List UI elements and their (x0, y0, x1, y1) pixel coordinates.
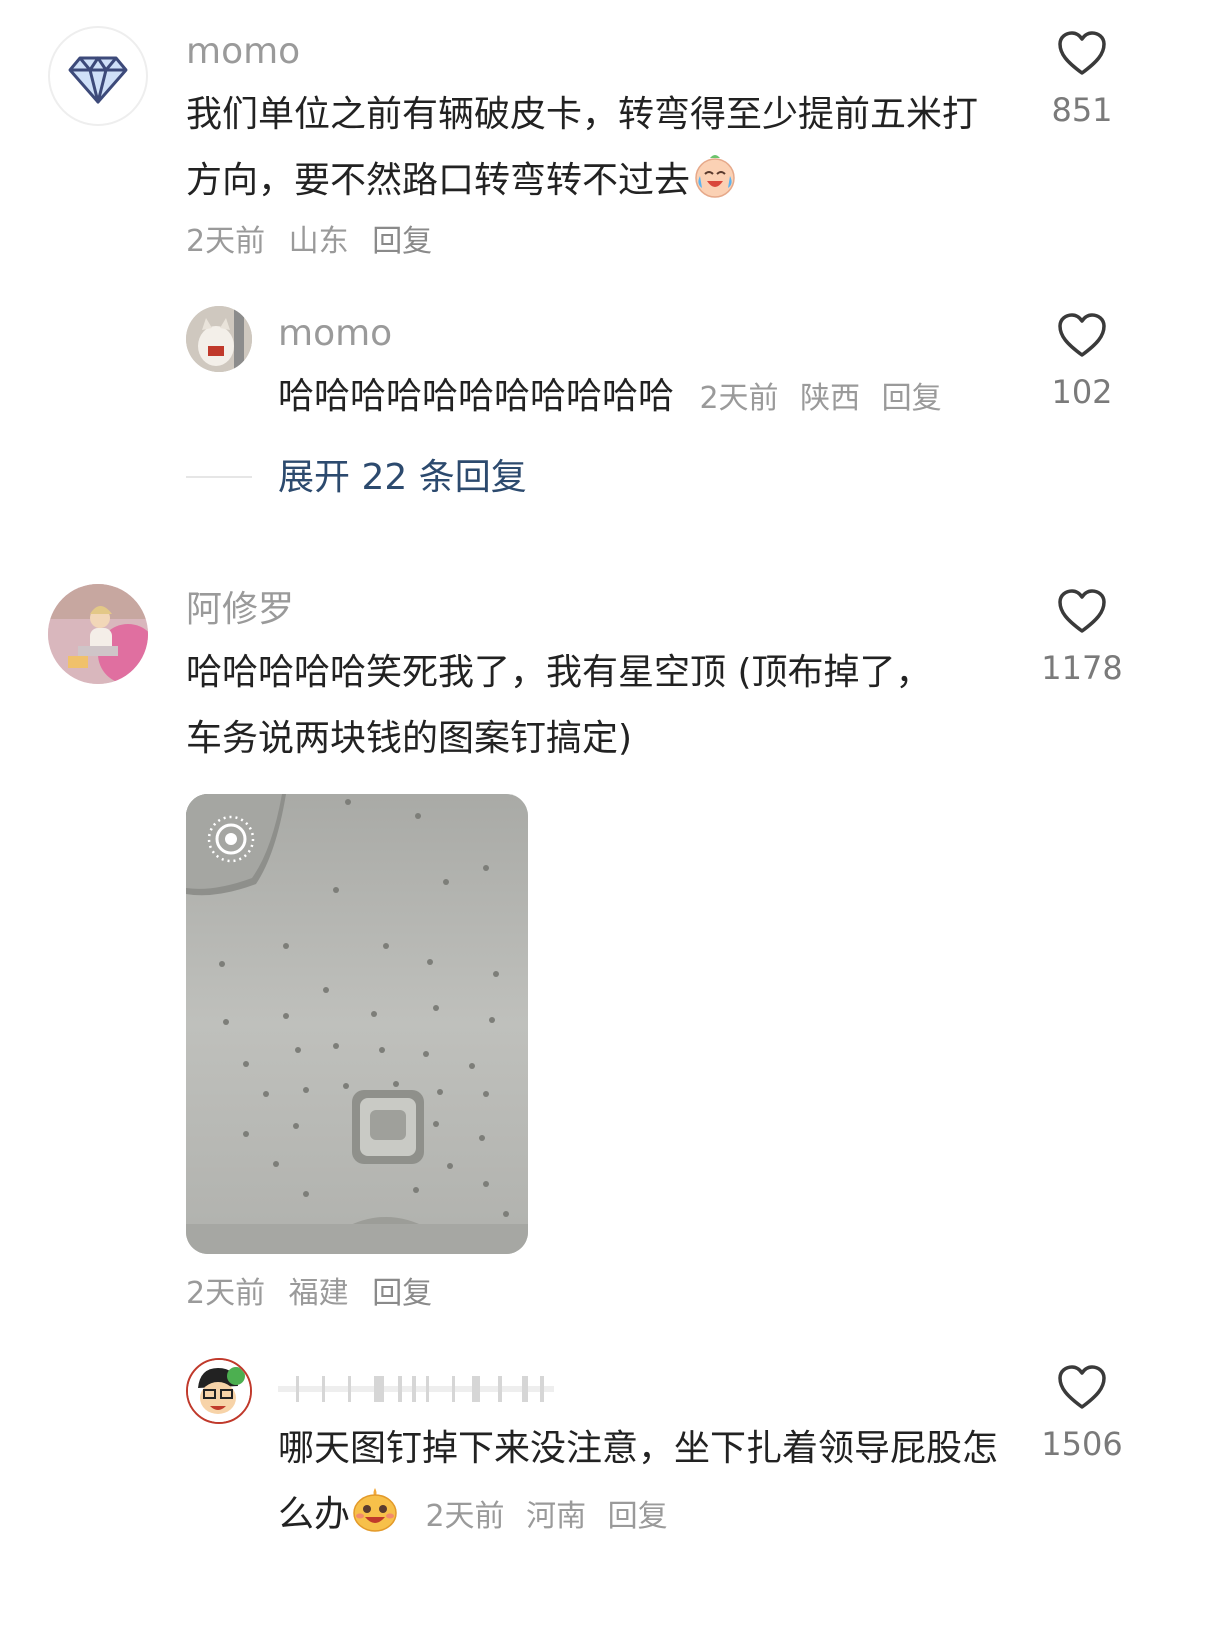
reply-text: 哪天图钉掉下来没注意，坐下扎着领导屁股怎么办 2天前 河南 回复 (278, 1416, 1008, 1550)
reply-meta: 2天前 河南 回复 (425, 1499, 679, 1534)
comment-meta: 2天前 山东 回复 (186, 222, 446, 262)
avatar[interactable] (48, 584, 148, 684)
crying-laughing-emoji (695, 155, 735, 198)
reply-text-body: 哈哈哈哈哈哈哈哈哈哈哈 (278, 376, 675, 417)
live-photo-icon[interactable] (206, 814, 256, 864)
comment-meta: 2天前 福建 回复 (186, 1274, 446, 1314)
heart-icon (1058, 1365, 1106, 1409)
cartoon-avatar (188, 1360, 250, 1422)
heart-icon (1058, 313, 1106, 357)
reply-button[interactable]: 回复 (608, 1499, 668, 1534)
reply-location: 陕西 (800, 381, 861, 416)
reply-button[interactable]: 回复 (372, 1276, 432, 1311)
avatar[interactable] (186, 306, 252, 372)
divider (186, 476, 252, 478)
heart-icon (1058, 31, 1106, 75)
like-button[interactable]: 1506 (1022, 1364, 1142, 1464)
reply-button[interactable]: 回复 (372, 224, 432, 259)
like-count: 1178 (1041, 649, 1123, 687)
comment-location: 福建 (288, 1276, 349, 1311)
blurred-username[interactable] (278, 1374, 554, 1404)
comment-text-body: 我们单位之前有辆破皮卡，转弯得至少提前五米打方向，要不然路口转弯转不过去 (186, 94, 979, 201)
comment-text: 哈哈哈哈哈笑死我了，我有星空顶 (顶布掉了，车务说两块钱的图案钉搞定) (186, 652, 932, 759)
like-button[interactable]: 1178 (1022, 588, 1142, 688)
reply-location: 河南 (526, 1499, 587, 1534)
reply-time: 2天前 (699, 381, 779, 416)
comment-time: 2天前 (186, 1276, 266, 1311)
diamond-icon (68, 56, 128, 104)
reply-text: 哈哈哈哈哈哈哈哈哈哈哈 2天前 陕西 回复 (278, 364, 954, 432)
expand-replies-button[interactable]: 展开 22 条回复 (278, 456, 527, 500)
like-count: 851 (1051, 91, 1113, 129)
reply-time: 2天前 (425, 1499, 505, 1534)
comment-location: 山东 (288, 224, 349, 259)
grinning-emoji (353, 1488, 397, 1532)
comment-time: 2天前 (186, 224, 266, 259)
like-count: 1506 (1041, 1425, 1123, 1463)
comment-photo[interactable] (186, 794, 528, 1254)
comment-username[interactable]: 阿修罗 (186, 588, 294, 632)
person-photo-avatar (48, 584, 148, 684)
avatar[interactable] (48, 26, 148, 126)
heart-icon (1058, 589, 1106, 633)
like-button[interactable]: 102 (1022, 312, 1142, 412)
reply-meta: 2天前 陕西 回复 (699, 381, 953, 416)
like-count: 102 (1051, 373, 1113, 411)
cat-photo-avatar (186, 306, 252, 372)
reply-button[interactable]: 回复 (882, 381, 942, 416)
comment-text: 我们单位之前有辆破皮卡，转弯得至少提前五米打方向，要不然路口转弯转不过去 (186, 82, 986, 214)
comment-username[interactable]: momo (186, 30, 300, 74)
reply-username[interactable]: momo (278, 312, 392, 356)
like-button[interactable]: 851 (1022, 30, 1142, 130)
avatar[interactable] (186, 1358, 252, 1424)
